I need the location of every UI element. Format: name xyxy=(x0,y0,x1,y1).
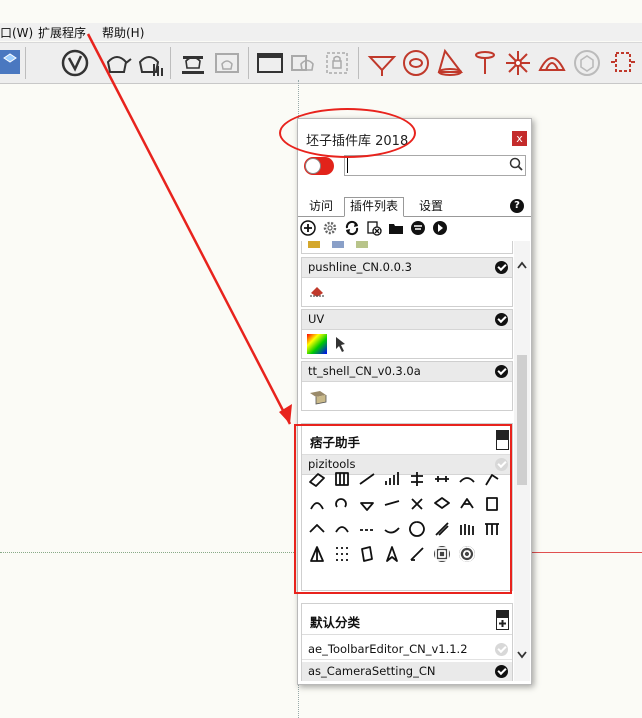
plugin-library-panel: 坯子插件库 2018 x 访问 插件列表 设置 ? pushline_CN.0.… xyxy=(297,118,532,685)
window-icon[interactable] xyxy=(255,48,285,78)
main-toolbar xyxy=(0,42,642,84)
canvas-axis-red xyxy=(530,552,642,553)
expand-icon[interactable] xyxy=(496,610,509,630)
batch-render-icon[interactable] xyxy=(212,48,242,78)
text-caret xyxy=(347,158,348,173)
menu-extensions[interactable]: 扩展程序 xyxy=(38,24,86,41)
scroll-up-icon[interactable] xyxy=(517,261,527,269)
close-icon[interactable]: x xyxy=(512,131,527,146)
search-input[interactable] xyxy=(344,155,526,176)
uv-pick-icon[interactable] xyxy=(333,334,353,354)
interactive-render-icon[interactable] xyxy=(136,48,166,78)
plugin-header[interactable]: tt_shell_CN_v0.3.0a xyxy=(302,362,512,382)
list-item xyxy=(301,241,513,254)
plugin-name: UV xyxy=(308,312,325,326)
gear-icon[interactable] xyxy=(322,220,338,236)
toolbar-separator xyxy=(170,47,171,79)
plugin-name: pushline_CN.0.0.3 xyxy=(308,260,412,274)
filter-icon[interactable] xyxy=(410,220,426,236)
refresh-icon[interactable] xyxy=(344,220,360,236)
play-icon[interactable] xyxy=(432,220,448,236)
shell-tool-icon[interactable] xyxy=(308,387,328,407)
scroll-thumb[interactable] xyxy=(517,355,527,485)
plugin-name: tt_shell_CN_v0.3.0a xyxy=(308,364,421,378)
search-icon[interactable] xyxy=(509,157,523,174)
omni-light-icon[interactable] xyxy=(367,48,397,78)
annotation-box xyxy=(294,424,512,594)
category-default: 默认分类 ae_ToolbarEditor_CN_v1.1.2 as_Camer… xyxy=(301,603,513,681)
plugin-tools xyxy=(302,382,512,410)
plugin-name: ae_ToolbarEditor_CN_v1.1.2 xyxy=(308,642,468,656)
plugin-tools xyxy=(302,330,512,358)
category-title: 默认分类 xyxy=(310,615,361,630)
uv-gradient-icon[interactable] xyxy=(307,334,327,354)
panel-toolbar xyxy=(300,220,460,238)
toolbar-separator xyxy=(248,47,249,79)
category-header: 默认分类 xyxy=(302,604,512,635)
help-icon[interactable]: ? xyxy=(510,199,524,213)
teapot-disabled-icon[interactable] xyxy=(289,48,319,78)
panel-tabs: 访问 插件列表 设置 xyxy=(298,197,531,217)
scrollbar[interactable] xyxy=(514,241,530,681)
menu-window[interactable]: 口(W) xyxy=(0,24,33,41)
toggle-knob xyxy=(305,158,321,174)
plugin-toolbar-icons xyxy=(308,241,368,248)
star-light-icon[interactable] xyxy=(503,48,533,78)
remove-plugin-icon[interactable] xyxy=(366,220,382,236)
enabled-check-icon[interactable] xyxy=(495,313,508,326)
tab-settings[interactable]: 设置 xyxy=(414,198,448,215)
toolbar-separator xyxy=(25,47,26,79)
pushline-tool-icon[interactable] xyxy=(308,283,328,303)
list-item: UV xyxy=(301,309,513,359)
list-item: pushline_CN.0.0.3 xyxy=(301,257,513,307)
lock-frame-icon[interactable] xyxy=(322,48,352,78)
toolbar-separator xyxy=(358,47,359,79)
folder-icon[interactable] xyxy=(388,220,404,236)
dome-light-icon[interactable] xyxy=(537,48,567,78)
plugin-header[interactable]: ae_ToolbarEditor_CN_v1.1.2 xyxy=(302,640,512,660)
frame-buffer-icon[interactable] xyxy=(178,48,208,78)
teapot-render-icon[interactable] xyxy=(102,48,132,78)
plugin-header[interactable]: as_CameraSetting_CN xyxy=(302,662,512,681)
plugin-header[interactable]: pushline_CN.0.0.3 xyxy=(302,258,512,278)
enable-toggle[interactable] xyxy=(304,157,334,175)
tab-visit[interactable]: 访问 xyxy=(304,198,338,215)
disabled-check-icon[interactable] xyxy=(495,643,508,656)
spot-light-icon[interactable] xyxy=(435,48,465,78)
vray-logo-icon[interactable] xyxy=(60,48,90,78)
menu-bar: 口(W) 扩展程序 帮助(H) xyxy=(0,23,642,41)
sun-light-icon[interactable] xyxy=(608,48,638,78)
mesh-light-icon[interactable] xyxy=(572,48,602,78)
sphere-light-icon[interactable] xyxy=(401,48,431,78)
plugin-tools xyxy=(302,278,512,306)
plugin-name: as_CameraSetting_CN xyxy=(308,664,436,678)
menu-help[interactable]: 帮助(H) xyxy=(102,24,144,41)
tab-plugin-list[interactable]: 插件列表 xyxy=(344,197,405,217)
annotation-ellipse xyxy=(279,108,416,158)
ies-light-icon[interactable] xyxy=(470,48,500,78)
list-item: tt_shell_CN_v0.3.0a xyxy=(301,361,513,411)
plugin-header[interactable]: UV xyxy=(302,310,512,330)
enabled-check-icon[interactable] xyxy=(495,365,508,378)
enabled-check-icon[interactable] xyxy=(495,665,508,678)
scroll-down-icon[interactable] xyxy=(517,651,527,659)
enabled-check-icon[interactable] xyxy=(495,261,508,274)
add-icon[interactable] xyxy=(300,220,316,236)
canvas-axis-green xyxy=(0,552,300,553)
